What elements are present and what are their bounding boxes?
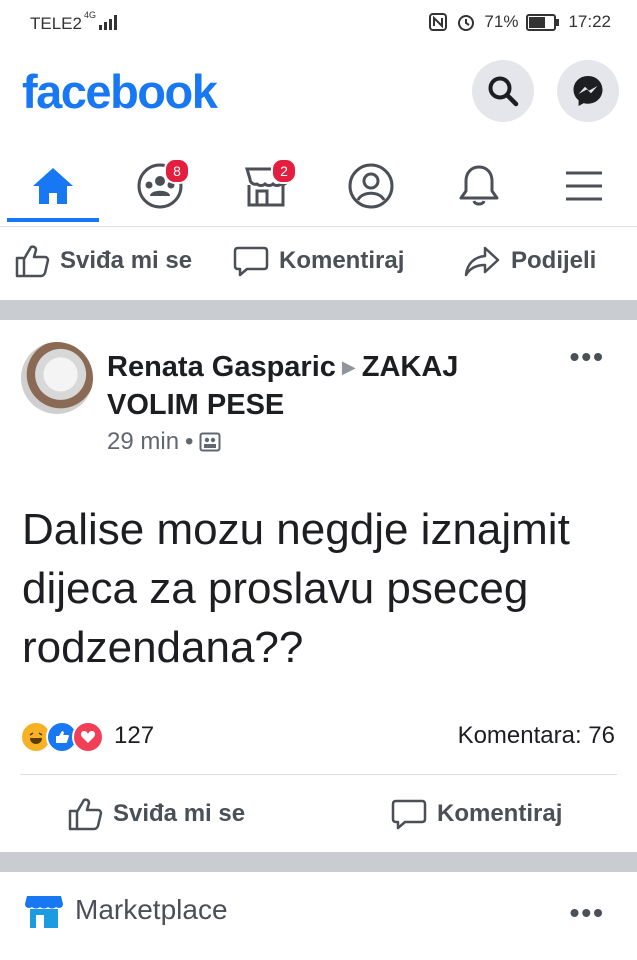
share-button[interactable]: Podijeli <box>463 232 596 290</box>
groups-badge: 8 <box>164 158 190 184</box>
previous-post-actions: Sviđa mi se Komentiraj Podijeli <box>0 232 637 290</box>
marketplace-shop-icon <box>25 896 63 928</box>
post-time[interactable]: 29 min <box>107 428 179 456</box>
marketplace-label: Marketplace <box>75 894 228 925</box>
comments-count[interactable]: Komentara: 76 <box>458 722 615 750</box>
marketplace-badge: 2 <box>271 158 297 184</box>
post-author-line: Renata Gasparic ▶ ZAKAJ VOLIM PESE <box>107 348 537 424</box>
post-actions: Sviđa mi se Komentiraj <box>0 785 637 843</box>
clock: 17:22 <box>568 12 611 31</box>
nfc-icon <box>429 13 448 31</box>
post-separator <box>20 774 617 775</box>
tab-profile[interactable] <box>321 150 421 222</box>
post-more-icon[interactable]: ••• <box>570 343 605 371</box>
arrow-icon: ▶ <box>341 357 356 377</box>
like-label: Sviđa mi se <box>113 800 246 827</box>
messenger-icon <box>573 76 603 106</box>
like-label: Sviđa mi se <box>60 247 193 274</box>
network-type: 4G <box>83 10 96 20</box>
marketplace-more-icon[interactable]: ••• <box>570 899 605 927</box>
share-icon <box>464 246 500 277</box>
comment-label: Komentiraj <box>279 247 405 274</box>
reaction-count: 127 <box>114 722 155 749</box>
feed-divider <box>0 300 637 320</box>
tab-notifications[interactable] <box>429 150 529 222</box>
marketplace-section[interactable]: Marketplace ••• <box>0 882 637 942</box>
search-icon <box>488 76 519 107</box>
app-header: facebook <box>0 58 637 138</box>
post-like-button[interactable]: Sviđa mi se <box>67 785 245 843</box>
home-icon <box>33 168 73 204</box>
tab-menu[interactable] <box>534 150 634 222</box>
tab-home[interactable] <box>3 150 103 222</box>
post-header: Renata Gasparic ▶ ZAKAJ VOLIM PESE 29 min … <box>0 330 637 470</box>
dot-separator: • <box>185 428 194 455</box>
status-bar: TELE2 4G 71% 17:22 <box>0 0 637 46</box>
share-label: Podijeli <box>511 247 597 274</box>
post-comment-button[interactable]: Komentiraj <box>391 785 562 843</box>
status-right: 71% 17:22 <box>428 12 611 32</box>
battery-icon <box>526 13 560 31</box>
feed-divider <box>0 852 637 872</box>
reactions-summary[interactable]: 127 Komentara: 76 <box>20 718 617 754</box>
comment-button[interactable]: Komentiraj <box>233 232 404 290</box>
like-icon <box>15 245 50 278</box>
comment-icon <box>391 799 427 830</box>
messenger-button[interactable] <box>557 60 619 122</box>
like-icon <box>68 798 103 831</box>
group-privacy-icon <box>199 432 221 452</box>
comment-icon <box>233 246 269 277</box>
carrier-info: TELE2 4G <box>30 10 120 34</box>
profile-icon <box>348 163 394 209</box>
alarm-icon <box>458 15 475 31</box>
comment-label: Komentiraj <box>437 800 563 827</box>
post-meta: 29 min • <box>107 428 221 456</box>
facebook-logo[interactable]: facebook <box>22 64 218 119</box>
tab-groups[interactable]: 8 <box>110 150 210 222</box>
avatar[interactable] <box>21 342 93 414</box>
bell-icon <box>459 165 499 206</box>
post-text: Dalise mozu negdje iznajmit dijeca za pr… <box>22 505 570 672</box>
menu-icon <box>566 171 602 201</box>
tab-bar: 8 2 <box>0 150 637 227</box>
search-button[interactable] <box>472 60 534 122</box>
author-name[interactable]: Renata Gasparic <box>107 351 336 383</box>
battery-percent: 71% <box>484 12 519 31</box>
signal-icon <box>99 15 117 30</box>
love-reaction-icon <box>72 721 104 753</box>
reaction-icons <box>20 721 104 753</box>
carrier-name: TELE2 <box>30 14 82 33</box>
tab-marketplace[interactable]: 2 <box>216 150 316 222</box>
like-button[interactable]: Sviđa mi se <box>14 232 192 290</box>
